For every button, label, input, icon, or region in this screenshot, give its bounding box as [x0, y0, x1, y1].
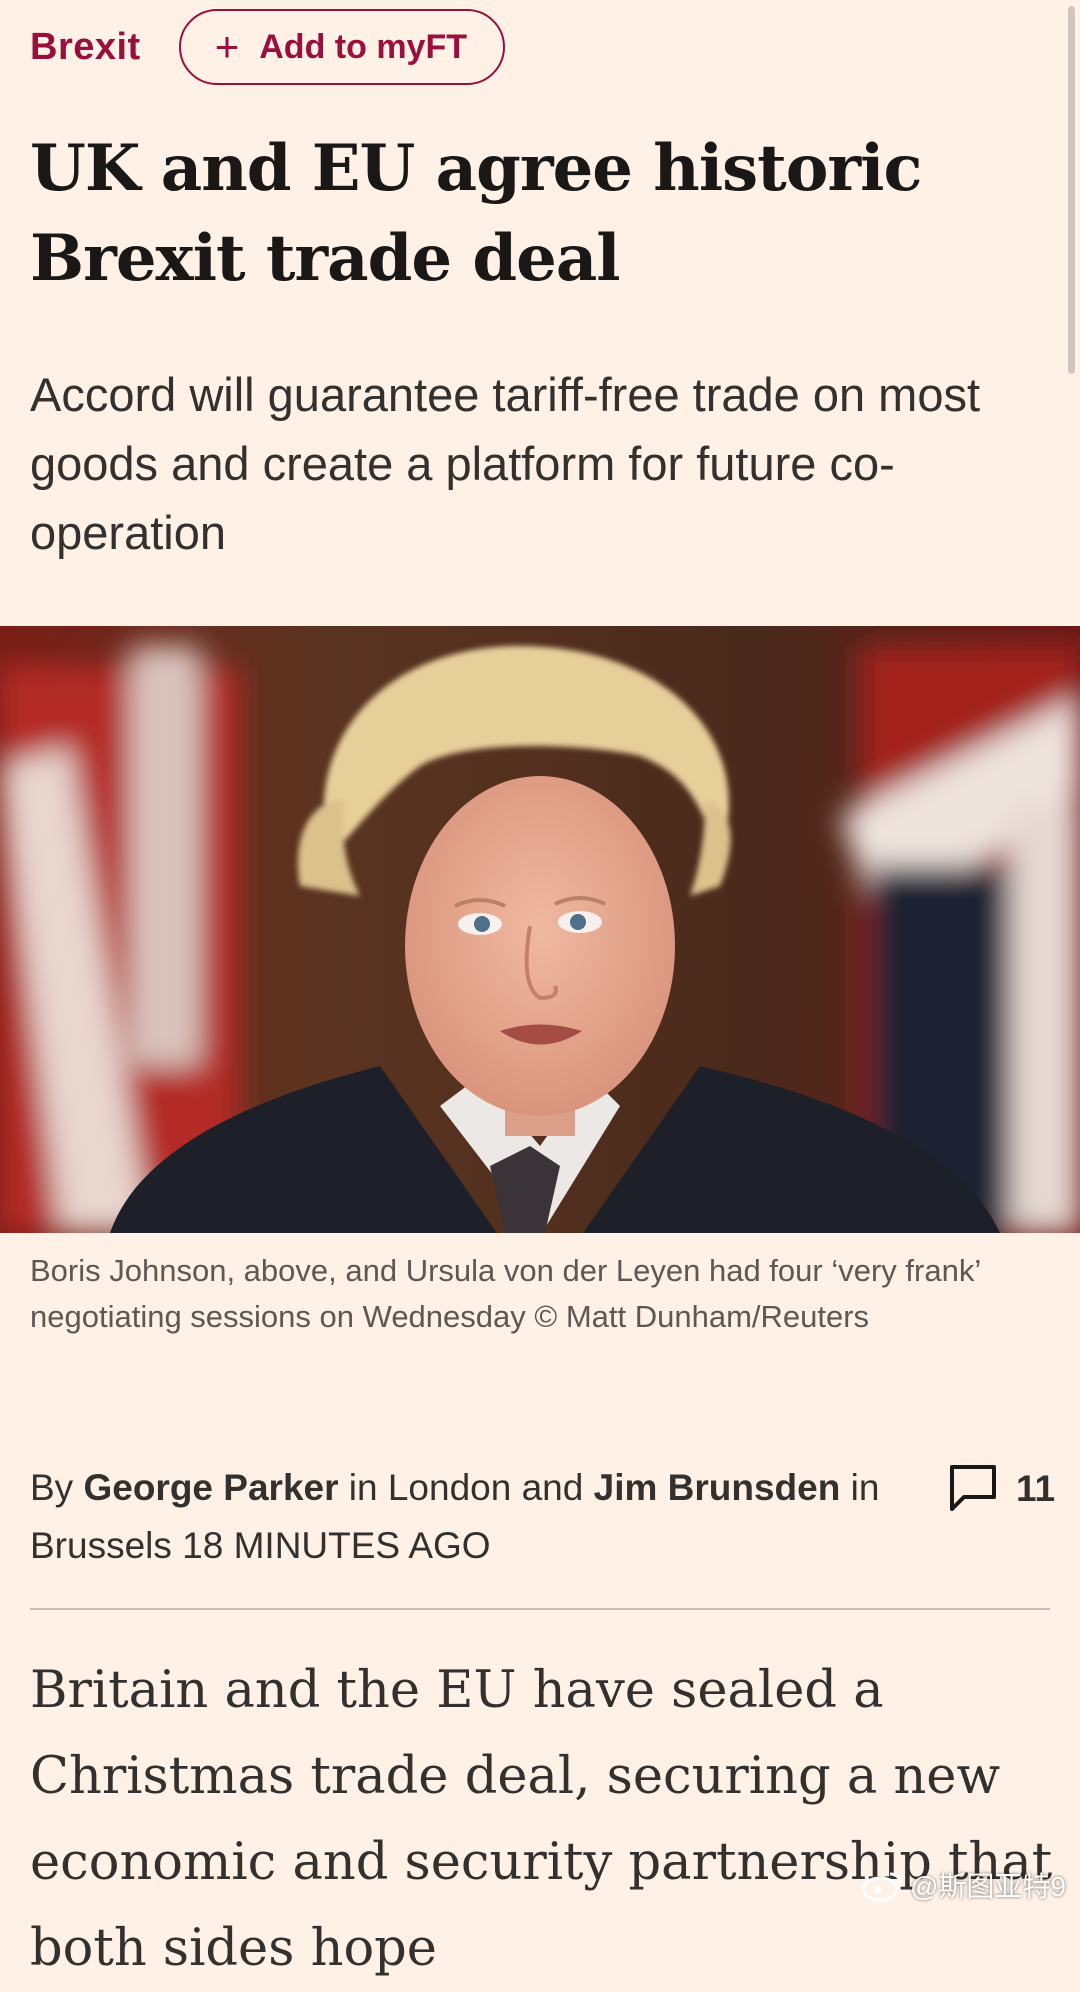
watermark: @斯图亚特9	[860, 1865, 1066, 1905]
add-to-myft-button[interactable]: + Add to myFT	[178, 9, 506, 85]
scrollbar[interactable]	[1068, 6, 1075, 374]
byline-prefix: By	[30, 1467, 74, 1508]
author-link-jim-brunsden[interactable]: Jim Brunsden	[594, 1467, 841, 1508]
divider	[30, 1608, 1050, 1610]
add-to-myft-label: Add to myFT	[259, 27, 468, 66]
author-link-george-parker[interactable]: George Parker	[83, 1467, 338, 1508]
byline-mid: in London and	[348, 1467, 584, 1508]
article-byline: By George Parker in London and Jim Bruns…	[30, 1459, 920, 1575]
article-standfirst: Accord will guarantee tariff-free trade …	[30, 368, 981, 559]
article-topbar: Brexit + Add to myFT	[30, 8, 506, 86]
comments-button[interactable]: 11	[948, 1460, 1055, 1518]
image-caption: Boris Johnson, above, and Ursula von der…	[30, 1253, 981, 1334]
comments-count: 11	[1016, 1468, 1056, 1509]
watermark-text: @斯图亚特9	[910, 1871, 1066, 1902]
section-link-brexit[interactable]: Brexit	[30, 26, 141, 69]
plus-icon: +	[214, 23, 240, 70]
article-headline: UK and EU agree historic Brexit trade de…	[30, 131, 922, 296]
comment-icon	[948, 1463, 998, 1516]
article-body-paragraph: Britain and the EU have sealed a Christm…	[30, 1661, 1053, 1978]
hero-image	[0, 626, 1080, 1233]
publish-time: 18 MINUTES AGO	[182, 1525, 491, 1566]
weibo-icon	[861, 1872, 902, 1902]
